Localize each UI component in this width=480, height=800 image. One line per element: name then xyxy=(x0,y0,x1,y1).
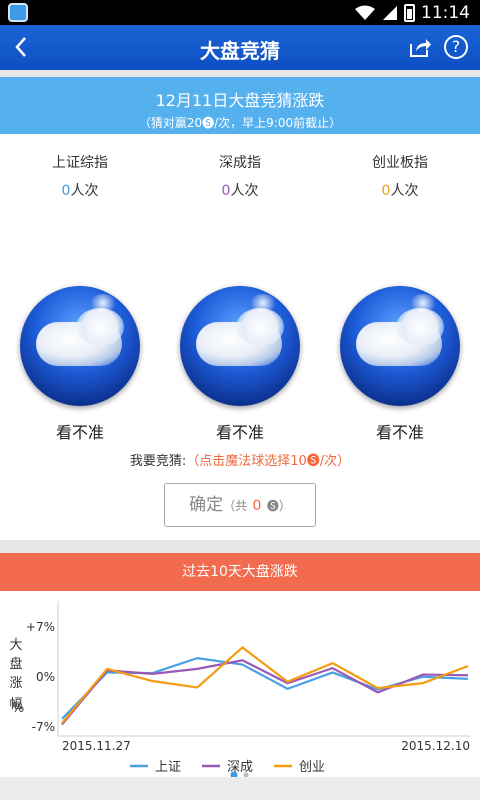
magic-ball-chinext[interactable] xyxy=(340,286,460,406)
y-tick-label: 0% xyxy=(36,670,55,684)
y-tick-label: -7% xyxy=(32,720,55,734)
ball-label: 看不准 xyxy=(55,423,104,442)
status-time: 11:14 xyxy=(421,2,470,23)
legend-label: 深成 xyxy=(227,760,253,775)
series-line-深成 xyxy=(61,659,469,726)
help-icon[interactable]: ? xyxy=(444,35,468,59)
guess-prompt: 我要竞猜:（点击魔法球选择10🅢/次） xyxy=(0,450,480,469)
index-name: 深成指 xyxy=(219,155,261,171)
wifi-icon xyxy=(355,5,375,20)
guess-card: 上证综指 0人次 深成指 0人次 创业板指 0人次 看不准 看不准 看不准 我要… xyxy=(0,134,480,540)
ball-label: 看不准 xyxy=(375,423,424,442)
confirm-total: 0 xyxy=(252,498,262,514)
confirm-label: 确定 xyxy=(189,495,224,515)
index-chinext: 创业板指 0人次 xyxy=(320,152,480,200)
banner-subtitle: （猜对赢20🅢/次，早上9:00前截止） xyxy=(138,116,342,130)
y-axis-label-char: % xyxy=(12,701,24,716)
y-axis-label-char: 大 xyxy=(9,638,22,653)
banner-title: 12月11日大盘竞猜涨跌 xyxy=(155,91,325,110)
index-shanghai: 上证综指 0人次 xyxy=(0,152,160,200)
app-notification-icon xyxy=(8,3,28,22)
prompt-hint: （点击魔法球选择10🅢/次） xyxy=(186,454,351,469)
y-tick-label: +7% xyxy=(26,620,55,634)
y-axis-label-char: 涨 xyxy=(9,676,22,691)
legend-label: 上证 xyxy=(155,760,181,775)
index-name: 创业板指 xyxy=(372,155,428,171)
ball-label: 看不准 xyxy=(215,423,264,442)
y-axis-label-char: 盘 xyxy=(9,656,22,672)
status-bar: 11:14 xyxy=(0,0,480,25)
index-shenzhen: 深成指 0人次 xyxy=(160,152,320,200)
confirm-button[interactable]: 确定（共 0 🅢） xyxy=(164,483,316,527)
app-bar: 大盘竞猜 ? xyxy=(0,25,480,70)
chart-header: 过去10天大盘涨跌 xyxy=(0,553,480,591)
share-icon[interactable] xyxy=(408,35,432,59)
chart-area: 大盘涨幅% +7% 0% -7% 2015.11.27 2015.12.10 上证 深成 创业 xyxy=(0,591,480,779)
x-end-label: 2015.12.10 xyxy=(401,739,470,753)
guess-banner: 12月11日大盘竞猜涨跌 （猜对赢20🅢/次，早上9:00前截止） xyxy=(0,77,480,134)
series-line-创业 xyxy=(61,646,469,724)
signal-icon xyxy=(383,5,397,20)
index-count: 0人次 xyxy=(381,183,419,199)
magic-ball-shenzhen[interactable] xyxy=(180,286,300,406)
x-start-label: 2015.11.27 xyxy=(62,739,131,753)
legend-label: 创业 xyxy=(299,760,325,775)
battery-icon xyxy=(404,3,415,22)
prompt-label: 我要竞猜: xyxy=(129,454,187,469)
index-count: 0人次 xyxy=(61,183,99,199)
index-count: 0人次 xyxy=(221,183,259,199)
magic-ball-shanghai[interactable] xyxy=(20,286,140,406)
index-name: 上证综指 xyxy=(52,155,108,171)
trend-chart: 大盘涨幅%+7%0%-7%2015.11.27 2015.12.10上证 深成 创业 xyxy=(9,601,470,779)
series-line-上证 xyxy=(61,657,469,720)
bottom-strip xyxy=(0,777,480,800)
